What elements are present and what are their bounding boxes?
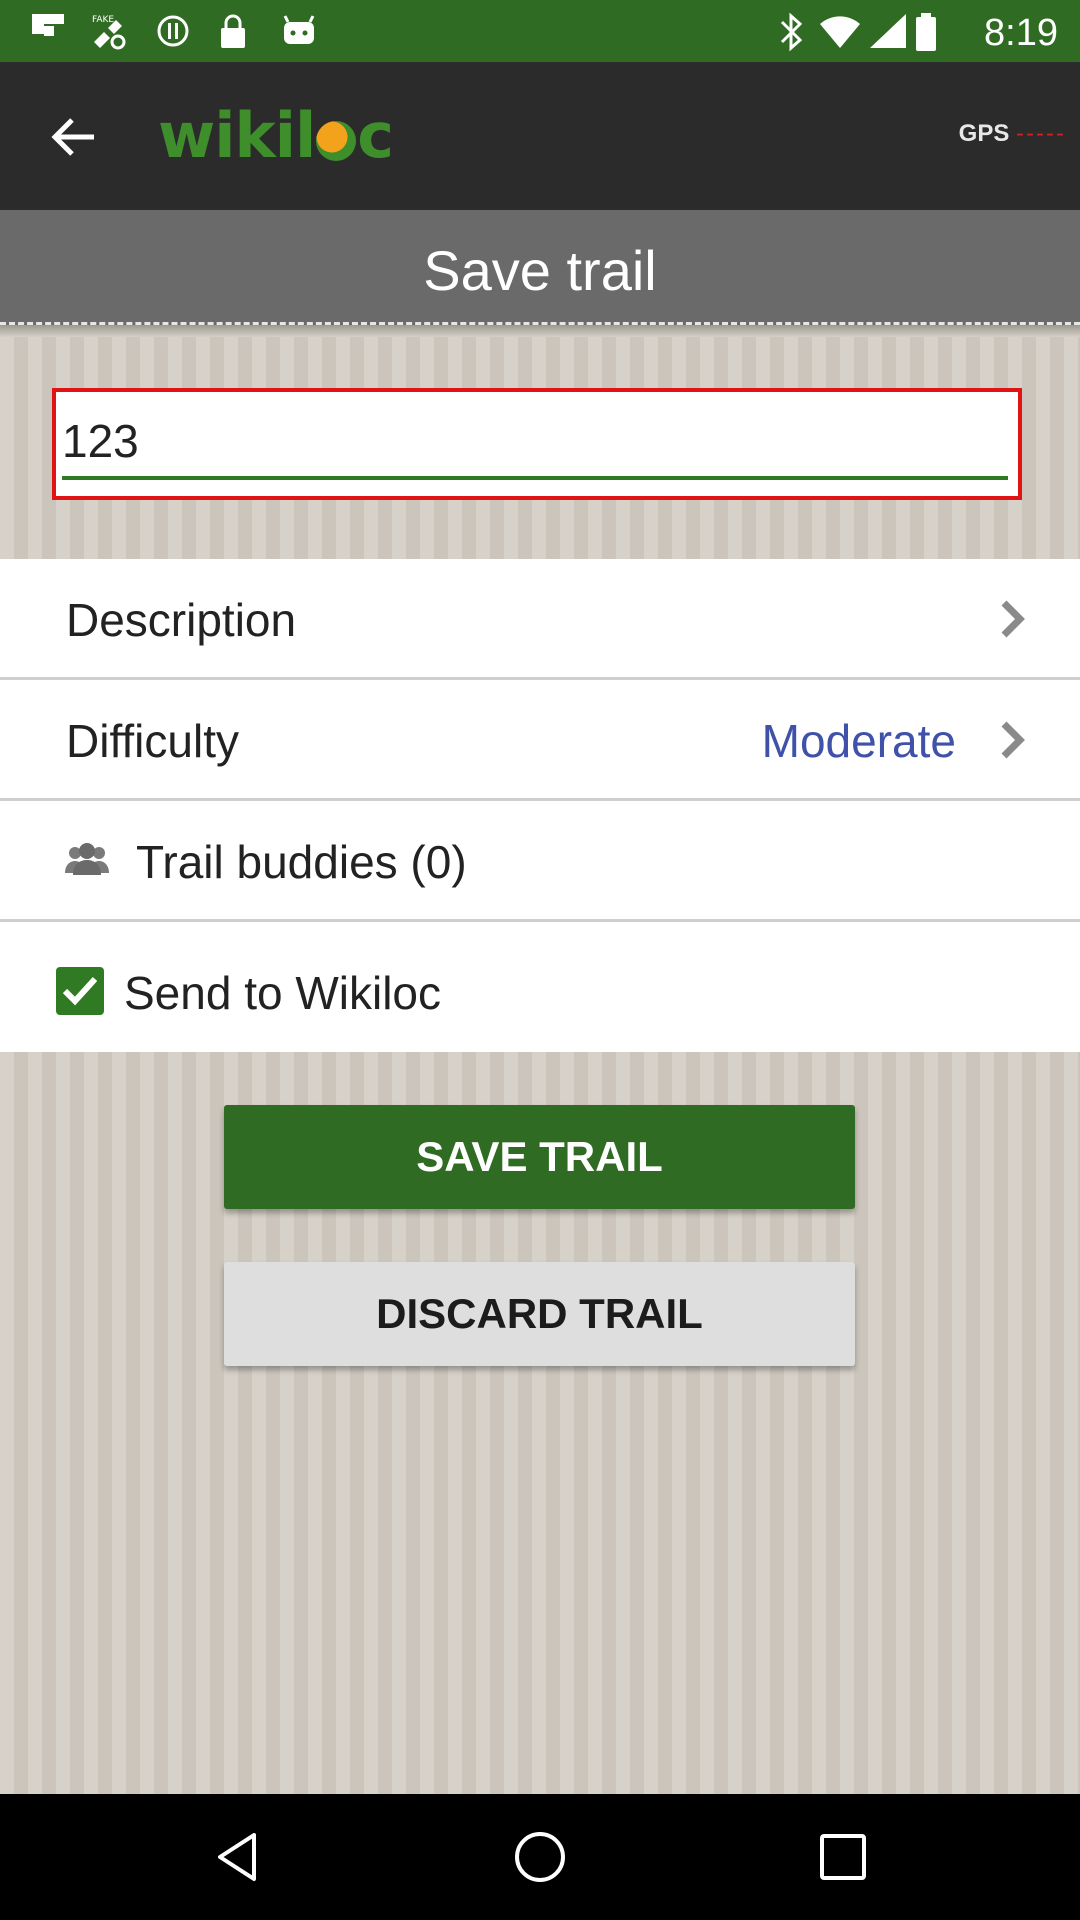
signal-icon (870, 14, 906, 48)
checkmark-icon (62, 976, 98, 1006)
description-label: Description (66, 594, 297, 646)
people-icon (65, 843, 109, 875)
difficulty-label: Difficulty (66, 715, 239, 767)
logo-mark-icon (316, 121, 357, 161)
system-nav-bar (0, 1794, 1080, 1920)
status-bar: FAKE 8:19 (0, 0, 1080, 62)
trail-name-box (52, 388, 1022, 500)
description-row[interactable]: Description (0, 559, 1080, 680)
bluetooth-icon (780, 12, 803, 52)
save-trail-button[interactable]: SAVE TRAIL (224, 1105, 855, 1209)
nav-home-icon[interactable] (512, 1829, 568, 1885)
flipboard-icon (32, 14, 64, 36)
actions-area: SAVE TRAIL DISCARD TRAIL (0, 1052, 1080, 1794)
page-title: Save trail (423, 239, 657, 302)
nav-recents-icon[interactable] (815, 1829, 871, 1885)
trail-options-list: Description Difficulty Moderate Trail bu… (0, 559, 1080, 1058)
app-bar: wikil c GPS ----- (0, 62, 1080, 210)
back-arrow-icon[interactable] (46, 110, 100, 164)
trail-buddies-row[interactable]: Trail buddies (0) (0, 801, 1080, 922)
chevron-right-icon (1001, 600, 1025, 638)
lock-icon (221, 14, 245, 48)
android-icon (283, 15, 315, 44)
send-to-wikiloc-row[interactable]: Send to Wikiloc (0, 922, 1080, 1058)
trail-name-area (0, 337, 1080, 559)
svg-text:FAKE: FAKE (92, 15, 114, 25)
send-to-wikiloc-label: Send to Wikiloc (124, 967, 442, 1019)
nav-back-icon[interactable] (210, 1829, 266, 1885)
title-shadow (0, 325, 1080, 337)
discard-trail-button[interactable]: DISCARD TRAIL (224, 1262, 855, 1366)
gps-signal-dashes: ----- (1016, 120, 1066, 147)
sync-icon (157, 15, 189, 47)
wikiloc-logo: wikil c (158, 99, 394, 172)
wifi-icon (820, 16, 860, 48)
send-to-wikiloc-checkbox[interactable] (56, 967, 104, 1015)
title-band: Save trail (0, 210, 1080, 325)
difficulty-row[interactable]: Difficulty Moderate (0, 680, 1080, 801)
gps-indicator: GPS ----- (958, 120, 1066, 147)
difficulty-value: Moderate (761, 715, 956, 767)
trail-name-input[interactable] (62, 406, 1008, 480)
fake-gps-icon: FAKE (92, 15, 126, 50)
battery-icon (916, 13, 936, 51)
chevron-right-icon (1001, 721, 1025, 759)
status-time: 8:19 (984, 12, 1058, 54)
trail-buddies-label: Trail buddies (0) (136, 836, 467, 888)
